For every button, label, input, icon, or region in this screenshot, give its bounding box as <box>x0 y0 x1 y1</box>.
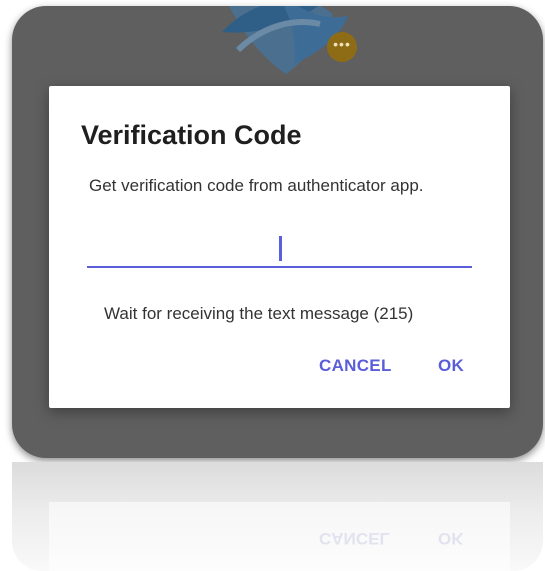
more-options-badge: ••• <box>327 32 357 62</box>
verification-dialog: Verification Code Get verification code … <box>49 86 510 408</box>
dialog-message: Get verification code from authenticator… <box>89 176 424 195</box>
cancel-button[interactable]: CANCEL <box>319 356 392 376</box>
verification-code-field[interactable] <box>87 226 476 268</box>
ok-button[interactable]: OK <box>438 356 464 376</box>
ok-button-reflection: OK <box>438 529 464 548</box>
app-screenshot: ••• Verification Code Get verification c… <box>0 0 545 571</box>
text-cursor <box>279 236 282 261</box>
screen-reflection: CANCEL OK <box>12 462 543 571</box>
cancel-button-reflection: CANCEL <box>319 529 390 548</box>
countdown-status-text: Wait for receiving the text message (215… <box>104 304 414 323</box>
dialog-title: Verification Code <box>81 120 302 150</box>
more-horizontal-icon: ••• <box>333 36 351 52</box>
